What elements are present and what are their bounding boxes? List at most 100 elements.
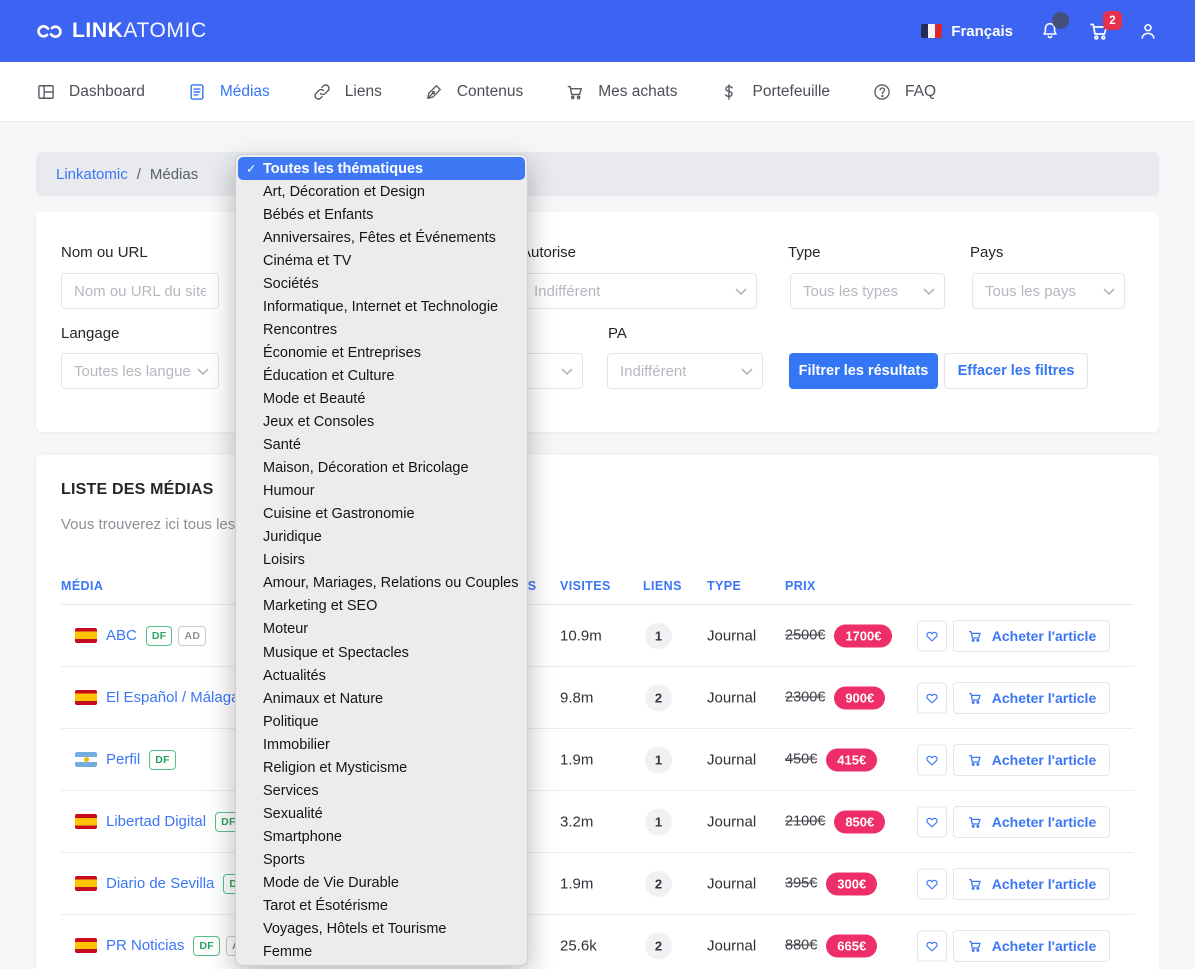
dropdown-option[interactable]: ✓ Loisirs	[238, 549, 525, 572]
dropdown-option[interactable]: ✓ Humour	[238, 480, 525, 503]
langage-select[interactable]: Toutes les langues	[61, 353, 219, 389]
media-link[interactable]: PR Noticias	[106, 937, 184, 954]
filter-results-button[interactable]: Filtrer les résultats	[789, 353, 938, 389]
buy-article-button[interactable]: Acheter l'article	[953, 682, 1110, 714]
media-badges: DF AD	[146, 626, 206, 646]
pays-select[interactable]: Tous les pays	[972, 273, 1125, 309]
nav-item[interactable]: Dashboard	[36, 82, 145, 102]
dropdown-option[interactable]: ✓ Voyages, Hôtels et Tourisme	[238, 918, 525, 941]
buy-article-button[interactable]: Acheter l'article	[953, 806, 1110, 838]
buy-article-label: Acheter l'article	[992, 628, 1097, 644]
dropdown-option[interactable]: ✓ Éducation et Culture	[238, 364, 525, 387]
account-button[interactable]	[1137, 20, 1159, 42]
nav-item[interactable]: Mes achats	[565, 82, 677, 102]
nav-item[interactable]: Liens	[312, 82, 382, 102]
clear-filters-button[interactable]: Effacer les filtres	[944, 353, 1088, 389]
current-price-badge: 665€	[826, 934, 877, 957]
filters-panel: Nom ou URL Autorise Indifférent Type Tou…	[36, 212, 1159, 432]
dropdown-option[interactable]: ✓ Sexualité	[238, 802, 525, 825]
media-link[interactable]: Perfil	[106, 751, 140, 768]
buy-article-button[interactable]: Acheter l'article	[953, 620, 1110, 652]
table-header-row: MÉDIA THÉMATIQUES VISITES LIENS TYPE PRI…	[61, 573, 1134, 605]
dropdown-option[interactable]: ✓ Actualités	[238, 664, 525, 687]
autorise-label: Autorise	[521, 244, 576, 261]
media-link[interactable]: El Español / Málaga	[106, 689, 239, 706]
favorite-button[interactable]	[917, 682, 947, 713]
autorise-select[interactable]: Indifférent	[521, 273, 757, 309]
dropdown-option[interactable]: ✓ Femme	[238, 941, 525, 964]
favorite-button[interactable]	[917, 806, 947, 837]
nav-item[interactable]: Portefeuille	[719, 82, 830, 102]
favorite-button[interactable]	[917, 930, 947, 961]
nav-item[interactable]: FAQ	[872, 82, 936, 102]
breadcrumb-home-link[interactable]: Linkatomic	[56, 166, 128, 183]
dropdown-option-label: Santé	[263, 437, 301, 453]
dropdown-option[interactable]: ✓ Mode et Beauté	[238, 387, 525, 410]
dropdown-option[interactable]: ✓ Smartphone	[238, 825, 525, 848]
dropdown-option[interactable]: ✓ Moteur	[238, 618, 525, 641]
dropdown-option[interactable]: ✓ Santé	[238, 434, 525, 457]
buy-article-label: Acheter l'article	[992, 876, 1097, 892]
media-link[interactable]: Libertad Digital	[106, 813, 206, 830]
old-price: 395€	[785, 876, 817, 892]
dropdown-option[interactable]: ✓ Juridique	[238, 526, 525, 549]
dropdown-option[interactable]: ✓ Toutes les thématiques	[238, 157, 525, 180]
dropdown-option[interactable]: ✓ Maison, Décoration et Bricolage	[238, 457, 525, 480]
dropdown-option[interactable]: ✓ Tarot et Ésotérisme	[238, 895, 525, 918]
dropdown-option[interactable]: ✓ Animaux et Nature	[238, 687, 525, 710]
nav-item[interactable]: Médias	[187, 82, 270, 102]
heart-icon	[924, 690, 940, 705]
country-flag-icon	[75, 752, 97, 767]
media-cell: ABC DF AD	[75, 605, 206, 666]
dropdown-option[interactable]: ✓ Politique	[238, 710, 525, 733]
dropdown-option[interactable]: ✓ Bébés et Enfants	[238, 203, 525, 226]
dropdown-option[interactable]: ✓ Musique et Spectacles	[238, 641, 525, 664]
dropdown-option[interactable]: ✓ Immobilier	[238, 733, 525, 756]
favorite-button[interactable]	[917, 744, 947, 775]
dropdown-option[interactable]: ✓ Sports	[238, 848, 525, 871]
chevron-down-icon	[735, 283, 747, 300]
old-price: 2300€	[785, 690, 825, 706]
dropdown-option-label: Économie et Entreprises	[263, 345, 421, 361]
dropdown-option[interactable]: ✓ Marketing et SEO	[238, 595, 525, 618]
dropdown-option[interactable]: ✓ Cuisine et Gastronomie	[238, 503, 525, 526]
dropdown-option-label: Politique	[263, 714, 319, 730]
notifications-button[interactable]	[1039, 20, 1061, 42]
dropdown-option[interactable]: ✓ Rencontres	[238, 318, 525, 341]
media-list-panel: LISTE DES MÉDIAS Vous trouverez ici tous…	[36, 455, 1159, 969]
metric-badge: DF	[146, 626, 173, 646]
heart-icon	[924, 628, 940, 643]
dropdown-option[interactable]: ✓ Art, Décoration et Design	[238, 180, 525, 203]
pa-label: PA	[608, 325, 627, 342]
dropdown-option-label: Sports	[263, 852, 305, 868]
dropdown-option[interactable]: ✓ Sociétés	[238, 272, 525, 295]
media-link[interactable]: ABC	[106, 627, 137, 644]
dropdown-option[interactable]: ✓ Amour, Mariages, Relations ou Couples	[238, 572, 525, 595]
dropdown-option[interactable]: ✓ Services	[238, 779, 525, 802]
dropdown-option[interactable]: ✓ Économie et Entreprises	[238, 341, 525, 364]
dropdown-option[interactable]: ✓ Cinéma et TV	[238, 249, 525, 272]
name-url-input[interactable]	[61, 273, 219, 309]
dropdown-option[interactable]: ✓ Informatique, Internet et Technologie	[238, 295, 525, 318]
nav-item[interactable]: Contenus	[424, 82, 523, 102]
pa-select[interactable]: Indifférent	[607, 353, 763, 389]
favorite-button[interactable]	[917, 620, 947, 651]
dropdown-option[interactable]: ✓ Mode de Vie Durable	[238, 871, 525, 894]
chevron-down-icon	[741, 363, 753, 380]
favorite-button[interactable]	[917, 868, 947, 899]
dropdown-option[interactable]: ✓ Jeux et Consoles	[238, 411, 525, 434]
question-icon	[872, 82, 892, 102]
dropdown-option[interactable]: ✓ Anniversaires, Fêtes et Événements	[238, 226, 525, 249]
cart-button[interactable]: 2	[1087, 19, 1111, 43]
dropdown-option[interactable]: ✓ Religion et Mysticisme	[238, 756, 525, 779]
dropdown-option-label: Bébés et Enfants	[263, 207, 373, 223]
language-selector[interactable]: Français	[921, 23, 1013, 40]
media-link[interactable]: Diario de Sevilla	[106, 875, 214, 892]
buy-article-button[interactable]: Acheter l'article	[953, 744, 1110, 776]
buy-article-button[interactable]: Acheter l'article	[953, 868, 1110, 900]
type-select[interactable]: Tous les types	[790, 273, 945, 309]
buy-article-button[interactable]: Acheter l'article	[953, 930, 1110, 962]
brand-logo[interactable]: LINKATOMIC	[36, 18, 207, 45]
metric-badge: DF	[193, 936, 220, 956]
linkatomic-logo-icon	[36, 18, 63, 45]
